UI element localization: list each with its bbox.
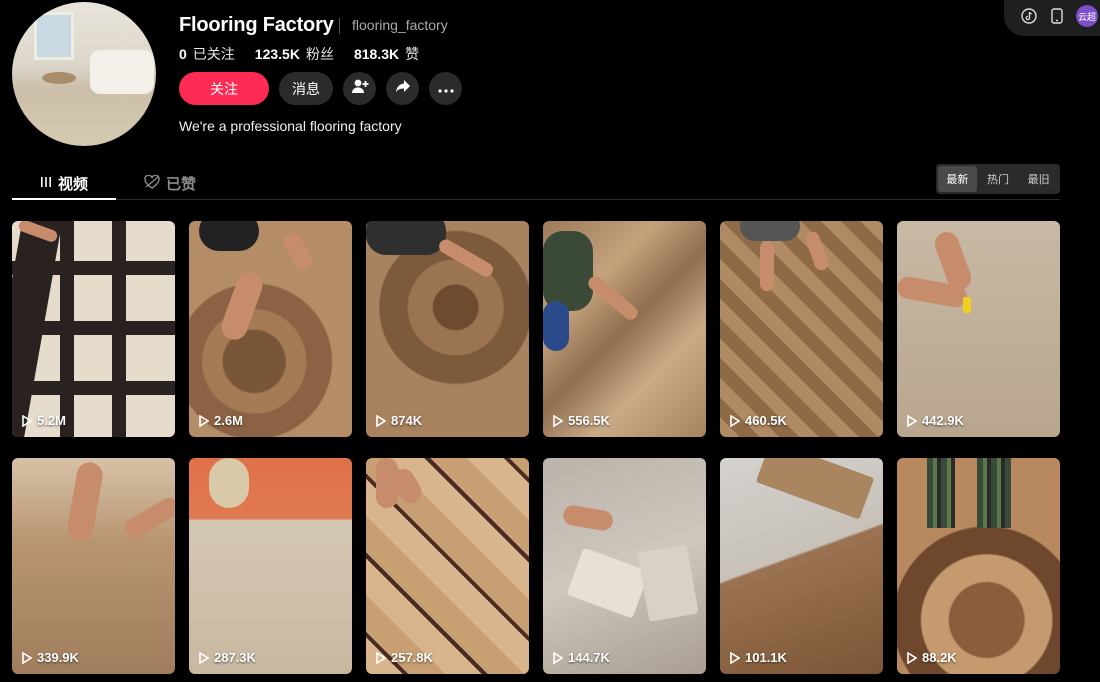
video-card[interactable]: 101.1K — [720, 458, 883, 674]
video-card[interactable]: 88.2K — [897, 458, 1060, 674]
video-grid: 5.2M 2.6M 874K 556.5K 460.5K 442.9K 339.… — [12, 221, 1060, 674]
play-icon — [199, 414, 209, 427]
tiktok-icon[interactable] — [1020, 7, 1038, 25]
profile-actions: 关注 消息 — [179, 72, 462, 105]
more-icon — [437, 80, 454, 98]
sort-oldest[interactable]: 最旧 — [1019, 166, 1058, 192]
add-friend-button[interactable] — [343, 72, 376, 105]
top-right-toolbar: 云超 — [1004, 0, 1100, 36]
video-card[interactable]: 2.6M — [189, 221, 352, 437]
active-tab-indicator — [12, 198, 116, 200]
play-icon — [22, 414, 32, 427]
play-icon — [376, 414, 386, 427]
grid-icon — [40, 175, 52, 192]
video-card[interactable]: 5.2M — [12, 221, 175, 437]
video-card[interactable]: 442.9K — [897, 221, 1060, 437]
video-card[interactable]: 144.7K — [543, 458, 706, 674]
stat-followers[interactable]: 123.5K 粉丝 — [255, 44, 334, 64]
view-count: 101.1K — [730, 650, 787, 665]
play-icon — [907, 651, 917, 664]
message-button[interactable]: 消息 — [279, 72, 333, 105]
view-count: 874K — [376, 413, 422, 428]
sort-popular[interactable]: 热门 — [979, 166, 1018, 192]
follow-button[interactable]: 关注 — [179, 72, 269, 105]
view-count: 5.2M — [22, 413, 66, 428]
view-count: 257.8K — [376, 650, 433, 665]
profile-handle: flooring_factory — [352, 17, 448, 33]
sort-toggle: 最新 热门 最旧 — [936, 164, 1060, 194]
play-icon — [199, 651, 209, 664]
view-count: 339.9K — [22, 650, 79, 665]
profile-name: Flooring Factory — [179, 14, 334, 36]
play-icon — [907, 414, 917, 427]
profile-stats: 0 已关注 123.5K 粉丝 818.3K 赞 — [179, 44, 419, 64]
stat-likes: 818.3K 赞 — [353, 46, 420, 62]
video-card[interactable]: 339.9K — [12, 458, 175, 674]
share-icon — [395, 79, 411, 98]
more-button[interactable] — [429, 72, 462, 105]
play-icon — [553, 414, 563, 427]
video-card[interactable]: 874K — [366, 221, 529, 437]
phone-icon[interactable] — [1048, 7, 1066, 25]
stat-following[interactable]: 0 已关注 — [179, 44, 235, 64]
play-icon — [22, 651, 32, 664]
view-count: 442.9K — [907, 413, 964, 428]
divider — [339, 18, 340, 34]
video-card[interactable]: 257.8K — [366, 458, 529, 674]
video-card[interactable]: 287.3K — [189, 458, 352, 674]
share-button[interactable] — [386, 72, 419, 105]
video-card[interactable]: 556.5K — [543, 221, 706, 437]
tab-videos[interactable]: 视频 — [40, 173, 88, 194]
view-count: 144.7K — [553, 650, 610, 665]
view-count: 2.6M — [199, 413, 243, 428]
sort-latest[interactable]: 最新 — [938, 166, 977, 192]
hidden-heart-icon — [144, 174, 160, 193]
play-icon — [730, 414, 740, 427]
view-count: 460.5K — [730, 413, 787, 428]
view-count: 287.3K — [199, 650, 256, 665]
profile-bio: We're a professional flooring factory — [179, 118, 402, 134]
content-tabs: 视频 已赞 — [12, 170, 1060, 200]
play-icon — [376, 651, 386, 664]
view-count: 556.5K — [553, 413, 610, 428]
tab-liked[interactable]: 已赞 — [144, 173, 196, 194]
user-avatar[interactable]: 云超 — [1076, 5, 1098, 27]
video-card[interactable]: 460.5K — [720, 221, 883, 437]
play-icon — [730, 651, 740, 664]
play-icon — [553, 651, 563, 664]
add-user-icon — [351, 78, 369, 99]
profile-avatar — [12, 2, 156, 146]
view-count: 88.2K — [907, 650, 957, 665]
